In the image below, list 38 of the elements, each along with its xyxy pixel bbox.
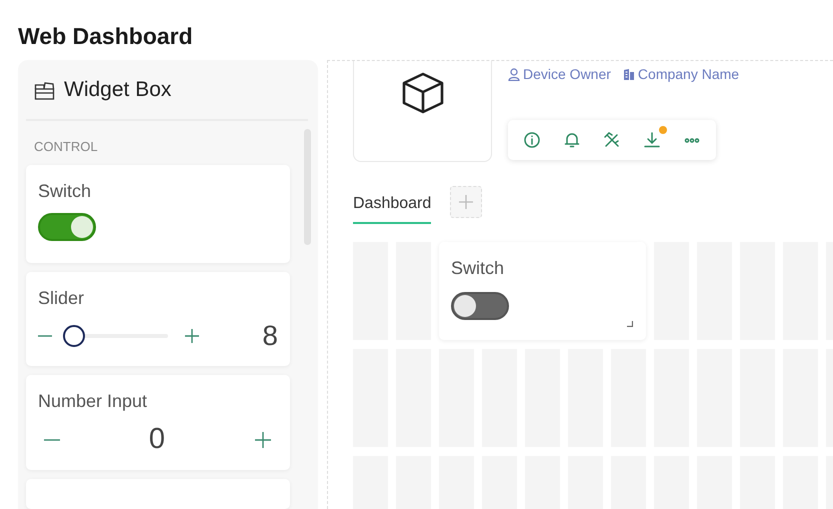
dashboard-tab[interactable]: Dashboard (353, 186, 432, 224)
increase-button[interactable] (184, 328, 200, 344)
notification-dot (659, 126, 667, 134)
widget-label: Number Input (38, 391, 148, 412)
cube-icon (400, 72, 444, 114)
toggle-switch[interactable] (38, 213, 96, 241)
increase-button[interactable] (254, 430, 272, 448)
panel-title: Widget Box (64, 78, 172, 102)
page-title: Web Dashboard (17, 22, 194, 51)
toggle-switch[interactable] (451, 292, 509, 320)
widget-card[interactable]: Switch (26, 165, 290, 263)
plus-icon (254, 430, 272, 448)
slider-track[interactable] (64, 325, 168, 347)
building-icon (622, 68, 635, 80)
minus-icon (38, 335, 52, 337)
owner-link[interactable]: Device Owner (508, 66, 611, 82)
widget-label: Switch (451, 258, 506, 279)
widget-label: Switch (38, 181, 92, 202)
slider-value: 8 (262, 320, 278, 352)
slider-thumb[interactable] (63, 325, 86, 347)
resize-handle-icon[interactable] (627, 321, 633, 327)
bell-icon (563, 131, 581, 149)
tools-icon (603, 131, 621, 149)
minus-icon (44, 438, 60, 440)
switch-widget[interactable]: Switch (439, 242, 646, 340)
more-icon (683, 138, 701, 142)
widget-card[interactable]: Slider 8 (26, 272, 290, 366)
company-link[interactable]: Company Name (622, 66, 740, 82)
widget-box-icon (34, 80, 56, 100)
plus-icon (184, 328, 200, 344)
plus-icon (458, 194, 474, 210)
info-icon (523, 131, 541, 149)
user-icon (508, 68, 520, 80)
number-value: 0 (148, 423, 166, 456)
widget-card[interactable]: Number Input 0 (26, 375, 290, 470)
section-heading: CONTROL (34, 139, 99, 154)
download-icon (643, 131, 661, 149)
widget-label: Slider (38, 288, 86, 309)
